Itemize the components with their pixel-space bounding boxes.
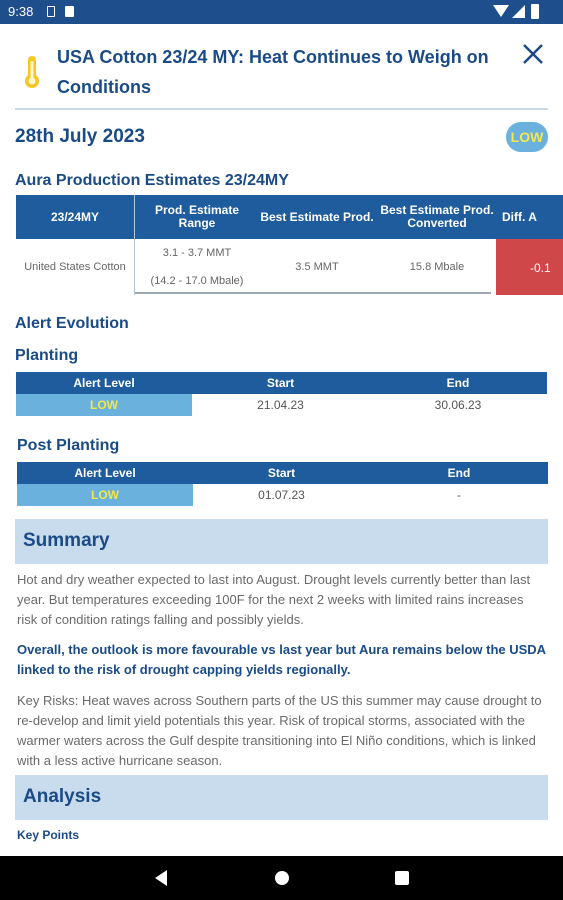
production-table-header: 23/24MY Prod. Estimate Range Best Estima… bbox=[16, 195, 563, 239]
key-risks-paragraph: Key Risks: Heat waves across Southern pa… bbox=[17, 693, 542, 768]
column-divider bbox=[134, 195, 135, 295]
summary-section-header: Summary bbox=[15, 519, 548, 564]
country-cell: United States Cotton bbox=[24, 261, 126, 273]
col-header: Best Estimate Prod. Converted bbox=[380, 203, 494, 230]
alert-level-low: LOW bbox=[17, 484, 193, 506]
col-header: Alert Level bbox=[73, 376, 135, 390]
status-time: 9:38 bbox=[8, 4, 34, 19]
analysis-heading: Analysis bbox=[23, 786, 102, 807]
status-bar: 9:38 bbox=[0, 0, 563, 24]
home-icon[interactable] bbox=[275, 871, 289, 885]
close-icon[interactable] bbox=[519, 40, 547, 68]
best-converted-cell: 15.8 Mbale bbox=[409, 261, 465, 273]
alert-level-low: LOW bbox=[16, 394, 192, 416]
col-header: Best Estimate Prod. bbox=[260, 209, 374, 224]
back-icon[interactable] bbox=[155, 870, 167, 886]
recent-apps-icon[interactable] bbox=[395, 871, 409, 885]
production-table: 23/24MY Prod. Estimate Range Best Estima… bbox=[16, 195, 563, 297]
diff-value: -0.1 bbox=[530, 261, 551, 275]
start-date: 01.07.23 bbox=[258, 488, 305, 502]
key-points-heading: Key Points bbox=[17, 828, 80, 842]
sd-card-icon bbox=[65, 6, 74, 17]
navigation-bar bbox=[0, 856, 563, 900]
signal-icon bbox=[512, 5, 525, 18]
col-header: Alert Level bbox=[74, 466, 136, 480]
summary-paragraph: Hot and dry weather expected to last int… bbox=[17, 572, 531, 627]
production-heading: Aura Production Estimates 23/24MY bbox=[15, 172, 289, 189]
report-header: USA Cotton 23/24 MY: Heat Continues to W… bbox=[0, 24, 563, 110]
sim-icon bbox=[47, 6, 55, 17]
alert-evolution-heading: Alert Evolution bbox=[15, 315, 129, 332]
range-mmt-cell: 3.1 - 3.7 MMT bbox=[162, 247, 232, 259]
summary-outlook: Overall, the outlook is more favourable … bbox=[17, 642, 546, 677]
summary-heading: Summary bbox=[23, 530, 110, 551]
range-mbale-cell: (14.2 - 17.0 Mbale) bbox=[150, 275, 244, 287]
start-date: 21.04.23 bbox=[257, 398, 304, 412]
post-planting-table-header: Alert Level Start End bbox=[17, 462, 548, 484]
col-header: Diff. A bbox=[502, 209, 537, 224]
wifi-icon bbox=[493, 5, 509, 17]
col-header: Prod. Estimate Range bbox=[154, 203, 240, 230]
end-date: - bbox=[457, 488, 461, 502]
battery-icon bbox=[531, 4, 539, 19]
page-title: USA Cotton 23/24 MY: Heat Continues to W… bbox=[57, 47, 489, 97]
post-planting-heading: Post Planting bbox=[17, 437, 120, 454]
post-planting-table: Alert Level Start End LOW 01.07.23 - bbox=[17, 462, 548, 506]
col-header: End bbox=[447, 466, 471, 480]
col-header: 23/24MY bbox=[50, 209, 100, 224]
col-header: End bbox=[446, 376, 470, 390]
col-header: Start bbox=[267, 466, 296, 480]
end-date: 30.06.23 bbox=[434, 398, 482, 412]
col-header: Start bbox=[266, 376, 295, 390]
table-divider bbox=[135, 292, 491, 294]
header-divider bbox=[15, 108, 548, 110]
planting-heading: Planting bbox=[15, 347, 79, 364]
report-date: 28th July 2023 bbox=[15, 126, 145, 147]
risk-badge: LOW bbox=[506, 122, 548, 152]
thermometer-icon bbox=[25, 56, 39, 88]
best-estimate-cell: 3.5 MMT bbox=[295, 261, 339, 273]
analysis-section-header: Analysis bbox=[15, 775, 548, 820]
planting-table: Alert Level Start End LOW 21.04.23 30.06… bbox=[16, 372, 547, 416]
planting-table-header: Alert Level Start End bbox=[16, 372, 547, 394]
